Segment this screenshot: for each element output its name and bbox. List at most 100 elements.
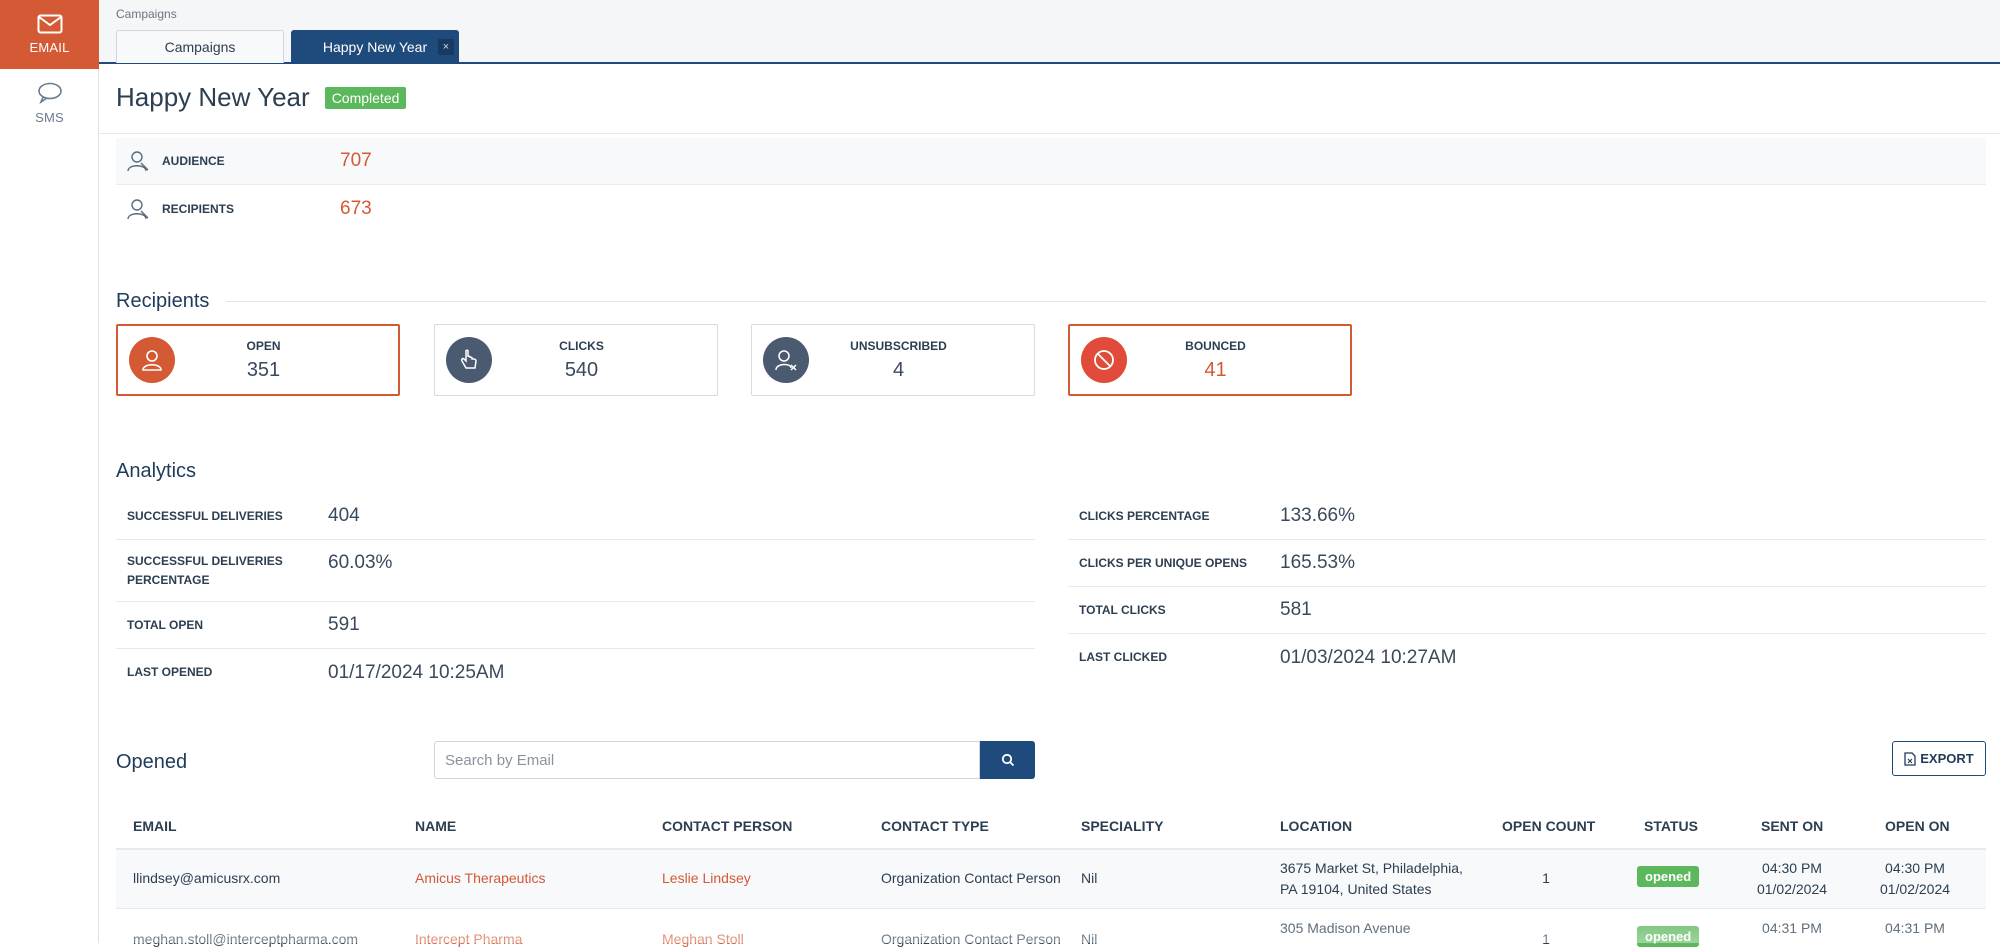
breadcrumb[interactable]: Campaigns [116, 7, 177, 21]
cell-contact-type: Organization Contact Person [881, 931, 1061, 947]
cell-sent-on: 04:30 PM 01/02/2024 [1747, 858, 1837, 900]
file-export-icon [1904, 751, 1916, 766]
cell-location: 3675 Market St, Philadelphia, PA 19104, U… [1280, 858, 1463, 900]
cell-speciality: Nil [1081, 870, 1098, 886]
column-header[interactable]: OPEN ON [1885, 818, 1950, 834]
card-value: 4 [892, 358, 905, 381]
sent-date: 01/02/2024 [1756, 881, 1828, 897]
analytics-label: TOTAL CLICKS [1079, 602, 1166, 617]
user-remove-icon [775, 350, 797, 371]
card-text: UNSUBSCRIBED 4 [809, 339, 1034, 382]
analytics-row: LAST CLICKED 01/03/2024 10:27AM [1068, 634, 1986, 681]
card-label: UNSUBSCRIBED [850, 338, 947, 353]
analytics-section-title: Analytics [116, 460, 197, 482]
clicks-card[interactable]: CLICKS 540 [434, 324, 718, 396]
cell-open-count: 1 [1542, 870, 1550, 886]
page-header: Happy New Year Completed [116, 82, 407, 113]
recipients-row: RECIPIENTS 673 [116, 185, 1986, 232]
analytics-label: SUCCESSFUL DELIVERIES PERCENTAGE [116, 552, 328, 590]
column-header[interactable]: LOCATION [1280, 818, 1352, 834]
analytics-row: SUCCESSFUL DELIVERIES 404 [116, 493, 1035, 540]
card-text: BOUNCED 41 [1127, 339, 1350, 382]
user-icon [127, 151, 149, 172]
cell-open-on: 04:31 PM [1885, 920, 1945, 936]
analytics-row: SUCCESSFUL DELIVERIES PERCENTAGE 60.03% [116, 540, 1035, 602]
cell-contact-type: Organization Contact Person [881, 870, 1061, 886]
sidebar: EMAIL SMS [0, 0, 99, 943]
column-header[interactable]: EMAIL [133, 818, 177, 834]
sidebar-item-sms[interactable]: SMS [0, 69, 99, 138]
analytics-value: 404 [328, 505, 360, 526]
analytics-value: 60.03% [328, 551, 393, 573]
user-icon [127, 198, 149, 219]
chat-bubble-icon [37, 82, 62, 104]
divider [99, 133, 2000, 134]
column-header[interactable]: OPEN COUNT [1502, 818, 1595, 834]
cell-sent-on: 04:31 PM [1762, 920, 1822, 936]
card-label: CLICKS [559, 338, 604, 353]
open-date: 01/02/2024 [1879, 881, 1951, 897]
cell-name-link[interactable]: Intercept Pharma [415, 929, 522, 950]
pointer-hand-icon [461, 349, 477, 369]
analytics-row: TOTAL CLICKS 581 [1068, 587, 1986, 634]
cell-location: 305 Madison Avenue [1280, 920, 1411, 936]
search-icon [1001, 753, 1014, 767]
page-title: Happy New Year [116, 82, 310, 112]
open-card[interactable]: OPEN 351 [116, 324, 400, 396]
status-badge: Completed [324, 86, 407, 109]
analytics-label: LAST CLICKED [1079, 650, 1167, 664]
block-icon-circle [1081, 337, 1127, 383]
tab-bar: Campaigns Campaigns Happy New Year × [99, 0, 2000, 64]
card-value: 41 [1204, 358, 1227, 381]
analytics-row: TOTAL OPEN 591 [116, 602, 1035, 649]
export-button[interactable]: EXPORT [1892, 741, 1986, 776]
recipients-section-title: Recipients [116, 290, 210, 312]
analytics-value: 133.66% [1280, 505, 1356, 526]
analytics-row: CLICKS PERCENTAGE 133.66% [1068, 493, 1986, 540]
analytics-value: 591 [328, 614, 360, 635]
analytics-label: CLICKS PERCENTAGE [1079, 508, 1210, 523]
bounced-card[interactable]: BOUNCED 41 [1068, 324, 1352, 396]
close-icon[interactable]: × [438, 39, 454, 55]
search-input[interactable] [434, 741, 980, 779]
tab-label: Campaigns [164, 39, 236, 55]
user-icon-circle [129, 337, 175, 383]
analytics-label: LAST OPENED [127, 665, 213, 679]
tab-campaigns[interactable]: Campaigns [116, 30, 284, 63]
audience-row: AUDIENCE 707 [116, 138, 1986, 185]
audience-label: AUDIENCE [162, 154, 225, 168]
section-divider [226, 301, 1986, 302]
sidebar-item-email[interactable]: EMAIL [0, 0, 99, 69]
column-header[interactable]: STATUS [1644, 818, 1698, 834]
search-button[interactable] [980, 741, 1035, 779]
user-icon [142, 350, 162, 371]
column-header[interactable]: NAME [415, 818, 456, 834]
envelope-icon [37, 14, 62, 34]
open-time: 04:30 PM [1885, 860, 1945, 876]
block-icon [1094, 350, 1114, 370]
analytics-value: 01/17/2024 10:25AM [328, 661, 505, 683]
audience-value: 707 [340, 150, 372, 171]
tab-happy-new-year[interactable]: Happy New Year × [291, 30, 459, 63]
export-label: EXPORT [1920, 751, 1974, 766]
column-header[interactable]: SPECIALITY [1081, 818, 1163, 834]
analytics-value: 165.53% [1280, 552, 1356, 573]
column-header[interactable]: SENT ON [1761, 818, 1823, 834]
unsubscribed-card[interactable]: UNSUBSCRIBED 4 [751, 324, 1035, 396]
sidebar-item-label: EMAIL [29, 40, 70, 55]
analytics-label: SUCCESSFUL DELIVERIES [127, 508, 283, 523]
analytics-value: 581 [1280, 599, 1312, 620]
card-text: OPEN 351 [175, 339, 398, 382]
cell-name-link[interactable]: Amicus Therapeutics [415, 868, 545, 889]
cell-contact-person-link[interactable]: Leslie Lindsey [662, 868, 751, 889]
card-text: CLICKS 540 [492, 339, 717, 382]
card-value: 540 [564, 358, 599, 381]
analytics-row: CLICKS PER UNIQUE OPENS 165.53% [1068, 540, 1986, 587]
analytics-label: TOTAL OPEN [127, 617, 204, 632]
card-label: BOUNCED [1185, 338, 1246, 353]
status-badge: opened [1637, 926, 1700, 947]
column-header[interactable]: CONTACT TYPE [881, 818, 989, 834]
column-header[interactable]: CONTACT PERSON [662, 818, 792, 834]
sent-time: 04:30 PM [1762, 860, 1822, 876]
cell-contact-person-link[interactable]: Meghan Stoll [662, 929, 744, 950]
